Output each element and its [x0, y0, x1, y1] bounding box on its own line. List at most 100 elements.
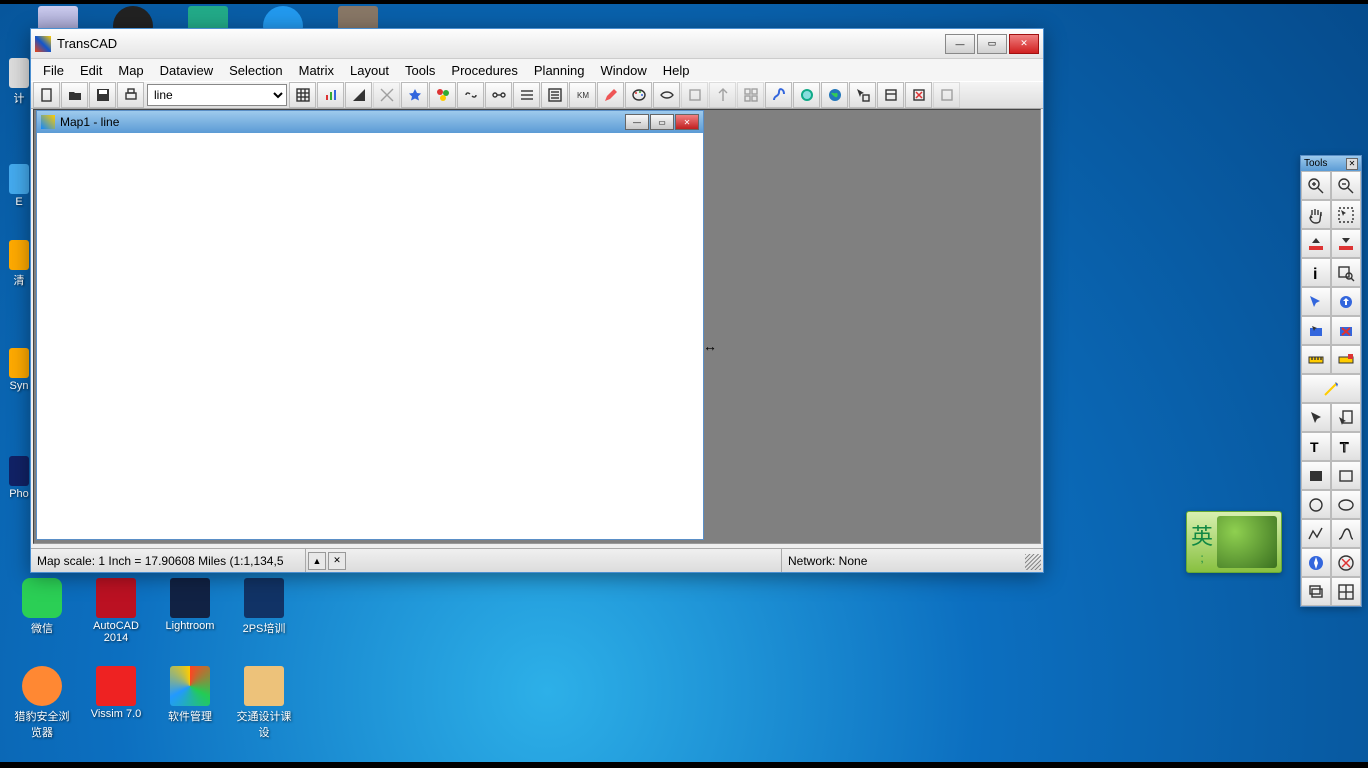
globe-tool[interactable] — [821, 82, 848, 108]
zoom-in-tool[interactable] — [1301, 171, 1331, 200]
status-up-button[interactable]: ▲ — [308, 552, 326, 570]
menu-window[interactable]: Window — [593, 61, 655, 80]
select-arrow-tool[interactable] — [1301, 287, 1331, 316]
layers-tool[interactable] — [1301, 577, 1331, 606]
select-rect-tool[interactable] — [1301, 316, 1331, 345]
menu-dataview[interactable]: Dataview — [152, 61, 221, 80]
desktop-icon-liebao[interactable]: 猎豹安全浏览器 — [12, 666, 72, 740]
maximize-button[interactable]: ▭ — [977, 34, 1007, 54]
desktop-icon-partial[interactable]: Syn — [8, 348, 30, 392]
km-tool[interactable]: KM — [569, 82, 596, 108]
zoom-window-tool[interactable] — [1331, 200, 1361, 229]
rect-outline-tool[interactable] — [1331, 461, 1361, 490]
print-button[interactable] — [117, 82, 144, 108]
zoom-red-right[interactable] — [1331, 229, 1361, 258]
minimize-button[interactable]: — — [945, 34, 975, 54]
pan-tool[interactable] — [1301, 200, 1331, 229]
curve-tool[interactable] — [1331, 519, 1361, 548]
tool-disabled-5 — [933, 82, 960, 108]
desktop-icon-vissim[interactable]: Vissim 7.0 — [86, 666, 146, 720]
clear-select-tool[interactable] — [1331, 316, 1361, 345]
desktop-icon-traffic[interactable]: 交通设计课设 — [234, 666, 294, 740]
circle-tool[interactable] — [793, 82, 820, 108]
x-grid-tool[interactable] — [905, 82, 932, 108]
zoom-red-left[interactable] — [1301, 229, 1331, 258]
select-circle-tool[interactable] — [1331, 287, 1361, 316]
text-outline-tool[interactable]: T — [1331, 432, 1361, 461]
map-minimize-button[interactable]: — — [625, 114, 649, 130]
menu-help[interactable]: Help — [655, 61, 698, 80]
compass-tool[interactable] — [1301, 548, 1331, 577]
desktop-icon-partial[interactable]: 清 — [8, 240, 30, 288]
menu-matrix[interactable]: Matrix — [291, 61, 342, 80]
star-tool[interactable] — [401, 82, 428, 108]
desktop-icon-partial[interactable]: E — [8, 164, 30, 208]
desktop-icon-partial[interactable]: 计 — [8, 58, 30, 106]
tag-tool[interactable] — [653, 82, 680, 108]
tools-close-button[interactable]: ✕ — [1346, 158, 1358, 170]
desktop-icon-partial[interactable]: Pho — [8, 456, 30, 500]
map-canvas[interactable] — [39, 133, 701, 537]
list-tool[interactable] — [541, 82, 568, 108]
close-button[interactable]: ✕ — [1009, 34, 1039, 54]
db-tool[interactable] — [877, 82, 904, 108]
mdi-area: Map1 - line — ▭ ✕ — [33, 109, 1041, 544]
map-titlebar[interactable]: Map1 - line — ▭ ✕ — [37, 111, 703, 133]
map-maximize-button[interactable]: ▭ — [650, 114, 674, 130]
star-single-tool[interactable] — [1301, 374, 1361, 403]
menu-procedures[interactable]: Procedures — [443, 61, 525, 80]
compass-x-tool[interactable] — [1331, 548, 1361, 577]
resize-grip[interactable] — [1025, 554, 1041, 570]
lines-tool[interactable] — [513, 82, 540, 108]
zoom-out-tool[interactable] — [1331, 171, 1361, 200]
desktop-icon-lightroom[interactable]: Lightroom — [160, 578, 220, 632]
text-bold-tool[interactable]: T — [1301, 432, 1331, 461]
status-x-button[interactable]: ✕ — [328, 552, 346, 570]
titlebar[interactable]: TransCAD — ▭ ✕ — [31, 29, 1043, 59]
tools-palette[interactable]: Tools ✕ i T T — [1300, 155, 1362, 607]
desktop-icon-ps[interactable]: 2PS培训 — [234, 578, 294, 636]
ime-indicator[interactable]: 英 ; — [1186, 511, 1282, 573]
link-tool[interactable] — [457, 82, 484, 108]
grid-tool[interactable] — [1331, 577, 1361, 606]
pointer-page-tool[interactable] — [1331, 403, 1361, 432]
rect-fill-tool[interactable] — [1301, 461, 1331, 490]
menu-file[interactable]: File — [35, 61, 72, 80]
layer-select[interactable]: line — [147, 84, 287, 106]
cursor-grid-tool[interactable] — [849, 82, 876, 108]
desktop-icon-software[interactable]: 软件管理 — [160, 666, 220, 724]
save-button[interactable] — [89, 82, 116, 108]
circles-tool[interactable] — [429, 82, 456, 108]
tools-titlebar[interactable]: Tools ✕ — [1301, 156, 1361, 171]
desktop-icon-autocad[interactable]: AutoCAD 2014 — [86, 578, 146, 644]
palette-tool[interactable] — [625, 82, 652, 108]
new-button[interactable] — [33, 82, 60, 108]
theme-button[interactable] — [345, 82, 372, 108]
pointer-tool[interactable] — [1301, 403, 1331, 432]
map-close-button[interactable]: ✕ — [675, 114, 699, 130]
info-tool[interactable]: i — [1301, 258, 1331, 287]
find-tool[interactable] — [1331, 258, 1361, 287]
dataview-button[interactable] — [289, 82, 316, 108]
map-title: Map1 - line — [60, 115, 625, 129]
menu-layout[interactable]: Layout — [342, 61, 397, 80]
ruler-v-tool[interactable] — [1331, 345, 1361, 374]
circle-outline-tool[interactable] — [1331, 490, 1361, 519]
menu-planning[interactable]: Planning — [526, 61, 593, 80]
s-curve-tool[interactable] — [765, 82, 792, 108]
ruler-h-tool[interactable] — [1301, 345, 1331, 374]
polyline-tool[interactable] — [1301, 519, 1331, 548]
pencil-tool[interactable] — [597, 82, 624, 108]
menu-edit[interactable]: Edit — [72, 61, 110, 80]
open-button[interactable] — [61, 82, 88, 108]
menu-tools[interactable]: Tools — [397, 61, 443, 80]
circle-fill-tool[interactable] — [1301, 490, 1331, 519]
app-icon — [35, 36, 51, 52]
node-tool[interactable] — [485, 82, 512, 108]
menu-map[interactable]: Map — [110, 61, 151, 80]
desktop-icon-wechat[interactable]: 微信 — [12, 578, 72, 636]
status-network: Network: None — [781, 549, 1043, 572]
svg-text:T: T — [1340, 439, 1349, 455]
chart-button[interactable] — [317, 82, 344, 108]
menu-selection[interactable]: Selection — [221, 61, 290, 80]
